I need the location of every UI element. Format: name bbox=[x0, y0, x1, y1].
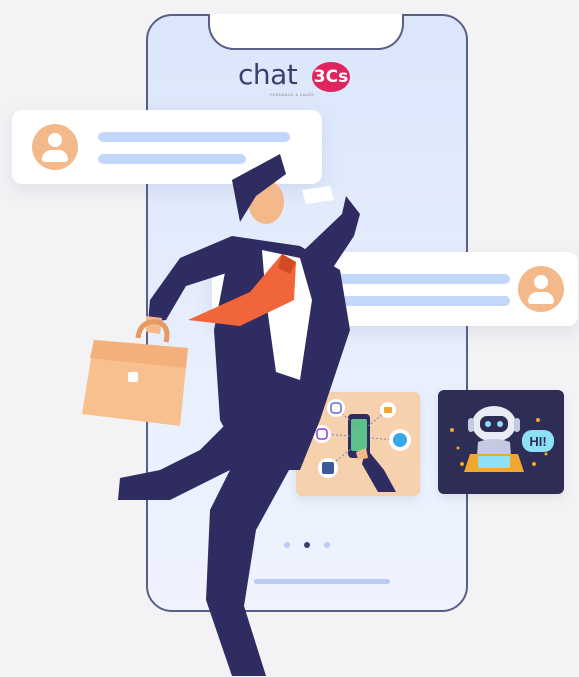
briefcase-icon bbox=[82, 319, 188, 426]
businessman-illustration bbox=[82, 154, 360, 676]
